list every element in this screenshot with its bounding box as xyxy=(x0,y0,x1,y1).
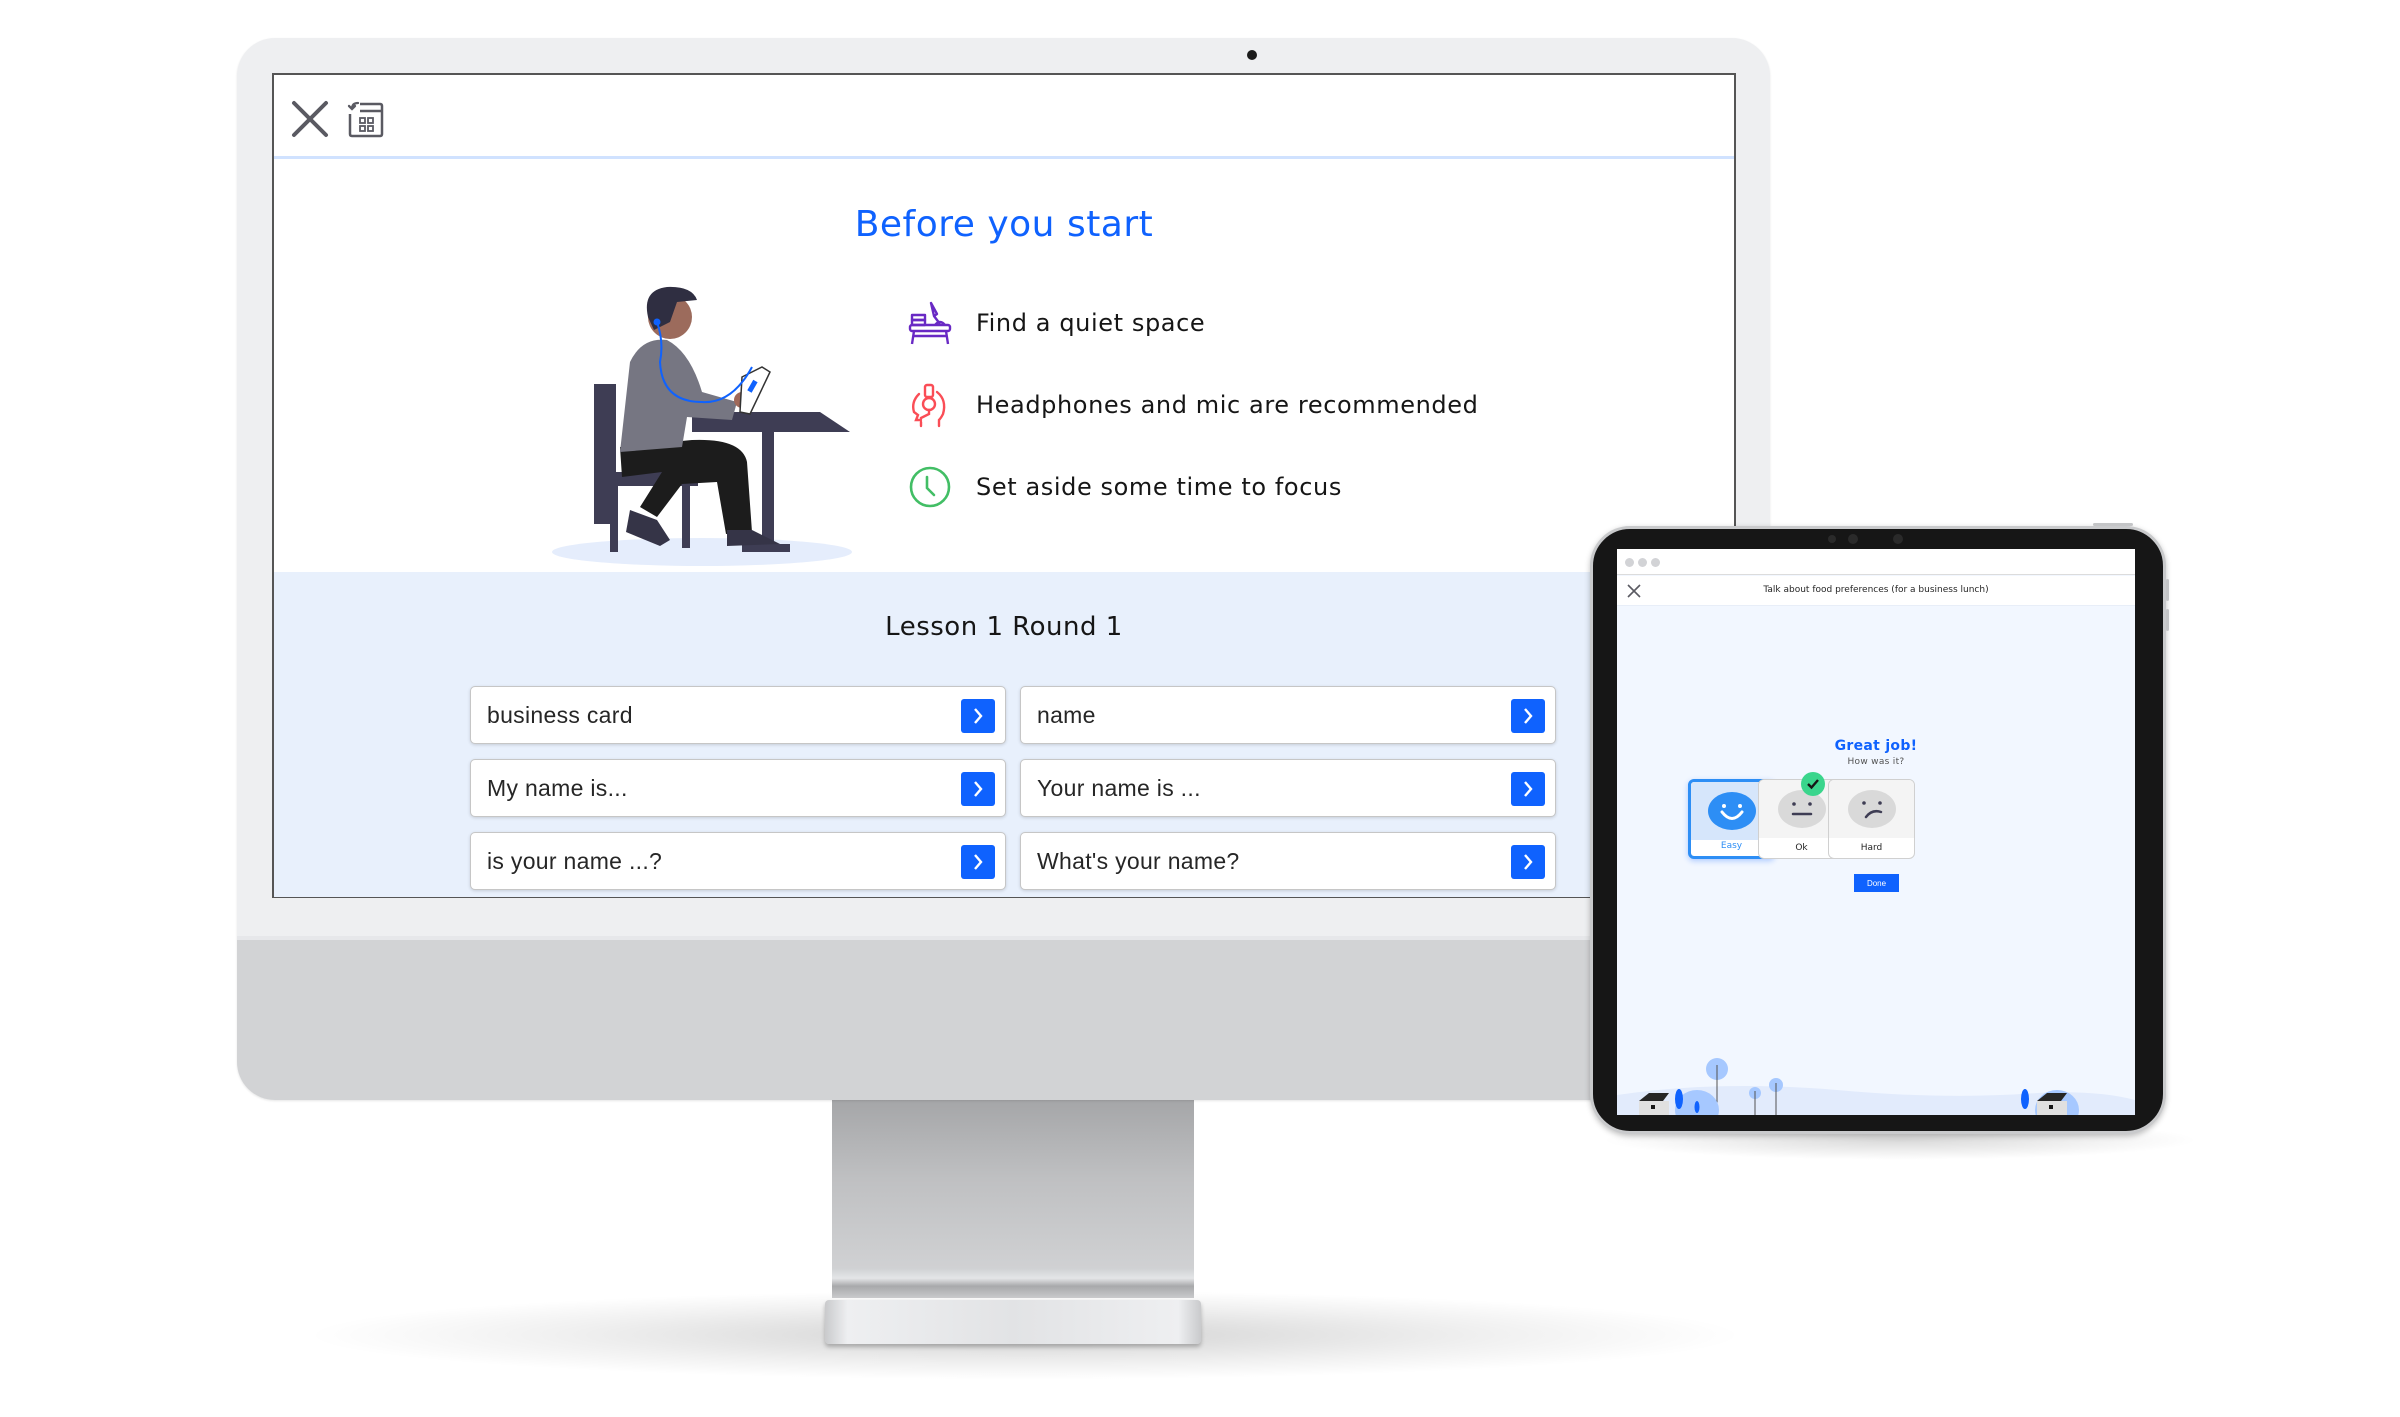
checklist-text: Set aside some time to focus xyxy=(976,473,1342,501)
open-phrase-button[interactable] xyxy=(1511,699,1545,733)
chevron-right-icon xyxy=(974,781,983,797)
success-heading: Great job! xyxy=(1834,738,1918,754)
open-phrase-button[interactable] xyxy=(961,699,995,733)
phrase-card[interactable]: business card xyxy=(470,686,1006,744)
chevron-right-icon xyxy=(1524,708,1533,724)
monitor-foot xyxy=(825,1300,1201,1344)
lesson-title: Lesson 1 Round 1 xyxy=(885,612,1123,642)
desktop-screen: Before you start Find a quiet space Head… xyxy=(272,73,1736,898)
lesson-section: Lesson 1 Round 1 business card name My n… xyxy=(274,572,1734,897)
phrase-card[interactable]: name xyxy=(1020,686,1556,744)
tablet-header: Talk about food preferences (for a busin… xyxy=(1617,576,2135,606)
chair-leg xyxy=(682,482,690,548)
floor-ellipse xyxy=(552,538,852,566)
checkmark-icon xyxy=(1807,779,1819,790)
tablet-top-button xyxy=(2093,523,2133,526)
landscape-illustration xyxy=(1617,1058,2135,1115)
rating-label: Hard xyxy=(1860,843,1883,853)
checklist-text: Find a quiet space xyxy=(976,309,1206,337)
phrase-card[interactable]: What's your name? xyxy=(1020,832,1556,890)
chair-leg xyxy=(610,482,618,552)
rating-hard[interactable]: Hard xyxy=(1828,779,1915,859)
checklist-item-focus-time: Set aside some time to focus xyxy=(904,446,1478,528)
difficulty-question: How was it? xyxy=(1847,757,1905,767)
tablet-screen: Talk about food preferences (for a busin… xyxy=(1617,549,2135,1115)
phrase-text: is your name ...? xyxy=(487,847,663,874)
headset-mic-icon xyxy=(911,383,946,428)
phrase-text: Your name is ... xyxy=(1037,774,1201,801)
tablet-camera xyxy=(1893,534,1903,544)
monitor-chin xyxy=(237,936,1770,1100)
camera-dot xyxy=(1247,50,1257,60)
phrase-card[interactable]: My name is... xyxy=(470,759,1006,817)
tablet-device: Talk about food preferences (for a busin… xyxy=(1590,523,2169,1134)
open-phrase-button[interactable] xyxy=(961,845,995,879)
close-icon xyxy=(292,101,328,137)
chevron-right-icon xyxy=(974,854,983,870)
open-phrase-button[interactable] xyxy=(1511,845,1545,879)
selected-check-badge xyxy=(1801,772,1825,796)
neutral-face-icon xyxy=(1777,790,1826,828)
activity-title: Talk about food preferences (for a busin… xyxy=(1763,585,1989,595)
happy-face-icon xyxy=(1707,792,1756,830)
earbud xyxy=(653,318,661,326)
tablet-camera xyxy=(1848,534,1858,544)
cypress xyxy=(2021,1089,2029,1109)
back-to-apps-grid-icon xyxy=(347,101,384,138)
checklist-item-quiet-space: Find a quiet space xyxy=(904,282,1478,364)
clock-icon xyxy=(909,466,951,508)
window-chrome xyxy=(1617,549,2135,575)
desk-lamp-icon xyxy=(908,301,952,345)
tablet-camera xyxy=(1828,535,1836,543)
cypress xyxy=(1694,1101,1700,1113)
tablet-volume-button xyxy=(2166,579,2169,601)
window-dot xyxy=(1625,558,1634,567)
table-foot xyxy=(742,544,790,552)
confused-face-icon xyxy=(1847,790,1896,828)
phrase-text: name xyxy=(1037,701,1096,728)
cypress xyxy=(1675,1089,1683,1109)
phrase-text: My name is... xyxy=(487,774,628,801)
done-button[interactable]: Done xyxy=(1854,874,1899,892)
window-dot xyxy=(1638,558,1647,567)
phrase-card[interactable]: is your name ...? xyxy=(470,832,1006,890)
before-you-start-section: Before you start Find a quiet space Head… xyxy=(274,162,1734,572)
tablet-volume-button xyxy=(2166,609,2169,631)
prep-checklist: Find a quiet space Headphones and mic ar… xyxy=(904,282,1478,528)
chevron-right-icon xyxy=(974,708,983,724)
checklist-text: Headphones and mic are recommended xyxy=(976,391,1479,419)
checklist-item-headphones: Headphones and mic are recommended xyxy=(904,364,1478,446)
window-dot xyxy=(1651,558,1660,567)
top-bar xyxy=(274,75,1734,159)
open-phrase-button[interactable] xyxy=(1511,772,1545,806)
open-phrase-button[interactable] xyxy=(961,772,995,806)
phrase-card-grid: business card name My name is... Your na… xyxy=(470,686,1556,890)
page-title: Before you start xyxy=(854,204,1154,245)
close-button[interactable] xyxy=(288,97,332,141)
monitor-stand xyxy=(832,1100,1194,1298)
table-leg xyxy=(762,430,774,548)
phone xyxy=(739,366,771,415)
phrase-text: business card xyxy=(487,701,633,728)
person-at-table-illustration xyxy=(552,286,852,566)
chevron-right-icon xyxy=(1524,781,1533,797)
chevron-right-icon xyxy=(1524,854,1533,870)
back-to-apps-button[interactable] xyxy=(344,97,388,141)
phrase-card[interactable]: Your name is ... xyxy=(1020,759,1556,817)
phrase-text: What's your name? xyxy=(1037,847,1240,874)
